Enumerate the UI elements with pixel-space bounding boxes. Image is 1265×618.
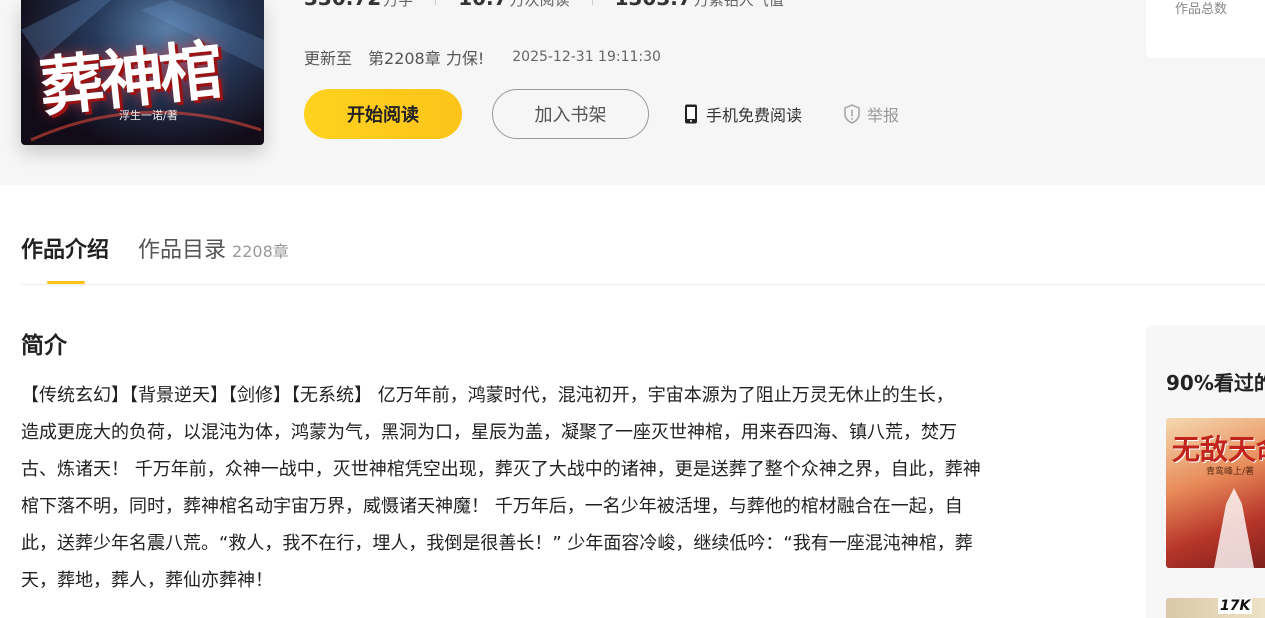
total-works-label: 作品总数 (1175, 2, 1228, 17)
recommended-book-cover[interactable]: 17K (1166, 598, 1265, 618)
report-link[interactable]: 举报 (843, 102, 899, 126)
shield-alert-icon (844, 104, 860, 124)
book-stats: 330.72 万字 10.7 万次阅读 1303.7 万紫钻人气值 (304, 0, 784, 10)
cover-author: 浮生一诺/著 (119, 109, 178, 122)
intro-text: 【传统玄幻】【背景逆天】【剑修】【无系统】 亿万年前，鸿蒙时代，混沌初开，宇宙本… (21, 377, 1091, 599)
popularity-value: 1303.7 (615, 0, 692, 10)
word-count-stat: 330.72 万字 (304, 0, 413, 10)
recommendation-heading: 90%看过的 (1166, 371, 1265, 395)
site-logo-badge: 17K (1218, 598, 1253, 614)
update-label: 更新至 (304, 49, 353, 68)
word-count-value: 330.72 (304, 0, 381, 10)
intro-line: 天，葬地，葬人，葬仙亦葬神！ (21, 570, 273, 591)
author-stats-card: 作品总数 (1146, 0, 1265, 58)
stat-divider (591, 0, 593, 5)
latest-update: 更新至 第2208章 力保! 2025-12-31 19:11:30 (304, 45, 661, 69)
recommended-book-author: 青鸾峰上/著 (1206, 467, 1255, 477)
chapter-count: 2208章 (232, 242, 289, 261)
book-header: 葬神棺 浮生一诺/著 330.72 万字 10.7 万次阅读 1303.7 万紫… (0, 0, 1265, 185)
popularity-stat: 1303.7 万紫钻人气值 (615, 0, 784, 10)
popularity-unit: 万紫钻人气值 (693, 0, 784, 9)
intro-line: 【传统玄幻】【背景逆天】【剑修】【无系统】 亿万年前，鸿蒙时代，混沌初开，宇宙本… (21, 385, 954, 406)
mobile-read-link[interactable]: 手机免费阅读 (684, 102, 802, 126)
mobile-read-label: 手机免费阅读 (706, 106, 803, 125)
recommendation-panel: 90%看过的 无敌天命 青鸾峰上/著 17K (1146, 325, 1265, 618)
latest-chapter-link[interactable]: 第2208章 力保! (368, 45, 484, 69)
cover-figure (1214, 488, 1254, 568)
intro-line: 棺下落不明，同时，葬神棺名动宇宙万界，威慑诸天神魔！ 千万年后，一名少年被活埋，… (21, 496, 963, 517)
recommended-book-title: 无敌天命 (1172, 433, 1265, 466)
add-to-shelf-button[interactable]: 加入书架 (492, 89, 649, 139)
tab-intro[interactable]: 作品介绍 (21, 232, 109, 264)
read-count-unit: 万次阅读 (509, 0, 570, 9)
tab-catalog[interactable]: 作品目录 (138, 232, 226, 264)
stat-divider (435, 0, 437, 5)
content-tabs: 作品介绍 作品目录 2208章 (21, 232, 289, 264)
recommended-book-cover[interactable]: 无敌天命 青鸾峰上/著 (1166, 418, 1265, 568)
read-count-value: 10.7 (458, 0, 507, 10)
read-count-stat: 10.7 万次阅读 (458, 0, 569, 10)
word-count-unit: 万字 (383, 0, 414, 9)
book-cover[interactable]: 葬神棺 浮生一诺/著 (21, 0, 264, 145)
intro-line: 古、炼诸天！ 千万年前，众神一战中，灭世神棺凭空出现，葬灭了大战中的诸神，更是送… (21, 459, 981, 480)
update-time: 2025-12-31 19:11:30 (512, 49, 661, 65)
phone-icon (685, 104, 697, 124)
start-reading-button[interactable]: 开始阅读 (304, 89, 462, 139)
tabs-divider (21, 284, 1265, 285)
intro-line: 此，送葬少年名震八荒。“救人，我不在行，埋人，我倒是很善长！” 少年面容冷峻，继… (21, 533, 973, 554)
report-label: 举报 (867, 106, 900, 125)
intro-heading: 简介 (21, 333, 67, 359)
intro-line: 造成更庞大的负荷，以混沌为体，鸿蒙为气，黑洞为口，星辰为盖，凝聚了一座灭世神棺，… (21, 422, 957, 443)
